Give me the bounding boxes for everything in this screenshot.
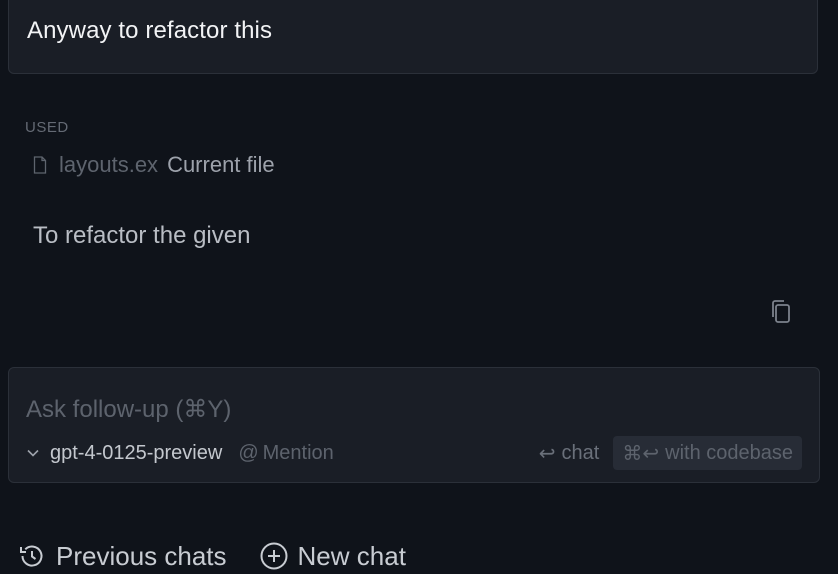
codebase-label: with codebase [665,441,793,464]
chevron-down-icon [27,449,39,457]
chat-footer: Previous chats New chat [17,538,406,574]
new-chat-label: New chat [297,540,406,571]
previous-chats-button[interactable]: Previous chats [17,541,227,572]
copy-icon [772,300,790,323]
submit-chat-button[interactable]: ↩ chat [539,441,600,466]
chat-panel: Anyway to refactor this USED layouts.ex … [0,0,838,574]
model-selector[interactable]: gpt-4-0125-preview [26,442,222,465]
user-message-text: Anyway to refactor this [27,17,273,44]
chat-label: chat [561,441,600,464]
used-file-tag: Current file [167,152,275,177]
follow-up-composer: gpt-4-0125-preview @ Mention ↩ chat ⌘↩ w… [8,367,820,483]
copy-button[interactable] [766,297,796,327]
file-icon [33,156,47,174]
submit-with-codebase-button[interactable]: ⌘↩ with codebase [613,436,802,470]
enter-icon: ↩ [538,442,556,465]
mention-label: Mention [262,441,334,464]
follow-up-input[interactable] [26,392,786,428]
at-sign-icon: @ [238,441,259,464]
used-context-label: USED [25,119,69,136]
mention-button[interactable]: @ Mention [238,442,333,465]
new-chat-button[interactable]: New chat [259,541,406,572]
used-file-row[interactable]: layouts.ex Current file [33,150,275,180]
user-message-bubble: Anyway to refactor this [8,0,818,74]
model-name: gpt-4-0125-preview [50,441,223,464]
history-icon [20,545,43,567]
plus-circle-icon [260,542,288,570]
assistant-reply-text: To refactor the given [33,222,251,249]
command-enter-icon: ⌘↩ [622,442,660,465]
composer-toolbar: gpt-4-0125-preview @ Mention ↩ chat ⌘↩ w… [26,436,802,470]
previous-chats-label: Previous chats [56,540,227,571]
used-file-name: layouts.ex [59,152,159,177]
